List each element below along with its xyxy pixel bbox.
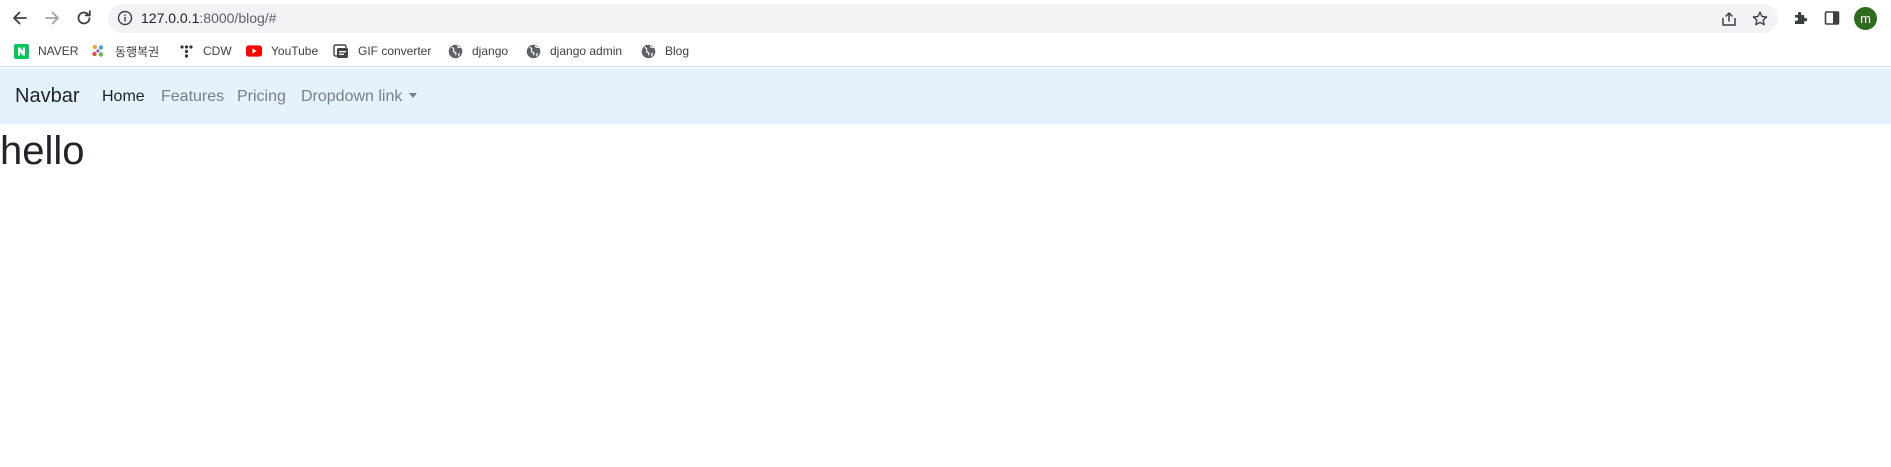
nav-link-pricing[interactable]: Pricing [237,87,286,107]
nav-link-features[interactable]: Features [161,87,224,107]
gif-converter-icon [333,43,349,59]
bookmark-label: CDW [203,44,232,58]
bookmark-cdw[interactable]: CDW [178,41,232,61]
reload-icon [77,10,91,25]
star-icon [1752,11,1768,26]
bookmark-label: Blog [665,44,690,58]
bookmark-naver[interactable]: NAVER [13,41,78,61]
bookmark-label: django admin [550,44,623,58]
share-icon [1722,12,1736,26]
profile-avatar[interactable]: m [1854,7,1877,30]
bookmark-label: GIF converter [358,44,432,58]
forward-button[interactable] [38,4,66,32]
nav-dropdown-label: Dropdown link [301,88,403,105]
bookmarks-bar: NAVER 동행복권 CDW YouTube GIF converter dja… [0,36,1891,67]
site-info-button[interactable] [116,9,134,27]
browser-toolbar: 127.0.0.1:8000/blog/# m [0,0,1891,36]
url-path: :8000/blog/# [199,10,277,26]
nav-link-home[interactable]: Home [102,87,145,107]
globe-icon [640,43,656,59]
bookmark-blog[interactable]: Blog [640,41,689,61]
caret-down-icon [409,93,418,98]
bookmark-django-admin[interactable]: django admin [525,41,622,61]
bookmark-label: NAVER [38,44,79,58]
globe-icon [447,43,463,59]
bookmark-label: YouTube [271,44,319,58]
puzzle-icon [1795,11,1808,24]
reload-button[interactable] [70,4,98,32]
side-panel-icon [1824,11,1840,25]
bookmark-gif-converter[interactable]: GIF converter [333,41,431,61]
bookmark-label: 동행복권 [115,44,160,59]
back-button[interactable] [6,4,34,32]
arrow-left-icon [13,11,27,25]
arrow-right-icon [45,11,59,25]
navbar-brand[interactable]: Navbar [15,84,79,108]
side-panel-button[interactable] [1821,7,1843,29]
url-host: 127.0.0.1 [141,10,200,26]
bookmark-star-button[interactable] [1750,9,1770,29]
page-heading: hello [0,129,85,173]
address-bar[interactable]: 127.0.0.1:8000/blog/# [108,4,1778,33]
nav-dropdown-link[interactable]: Dropdown link [301,87,418,107]
info-icon [117,10,133,26]
bookmark-donghaeng-lottery[interactable]: 동행복권 [90,41,159,61]
bookmark-youtube[interactable]: YouTube [246,41,318,61]
cdw-icon [178,43,194,59]
bookmark-label: django [472,44,509,58]
globe-icon [525,43,541,59]
lottery-icon [90,43,106,59]
url-text[interactable]: 127.0.0.1:8000/blog/# [141,10,276,27]
extensions-button[interactable] [1790,7,1812,29]
naver-icon [13,43,29,59]
site-navbar: Navbar Home Features Pricing Dropdown li… [0,68,1891,124]
youtube-icon [246,43,262,59]
share-button[interactable] [1719,9,1739,29]
bookmark-django[interactable]: django [447,41,508,61]
